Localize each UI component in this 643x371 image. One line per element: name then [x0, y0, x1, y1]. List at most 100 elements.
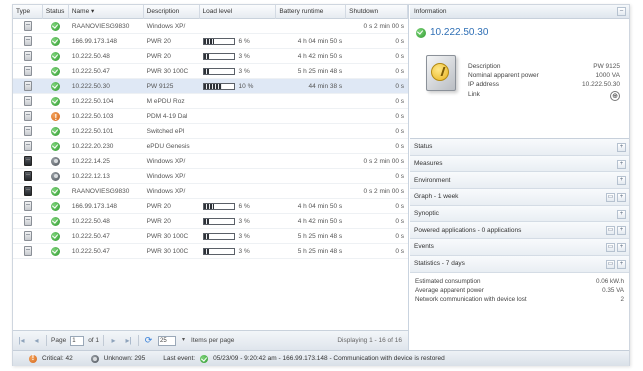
expand-icon[interactable]: +	[617, 193, 626, 203]
expand-icon[interactable]: +	[617, 226, 626, 236]
collapse-icon[interactable]: –	[617, 7, 626, 16]
col-type[interactable]: Type	[13, 5, 43, 19]
status-unk-icon	[51, 156, 61, 166]
ups-type-icon	[23, 156, 32, 166]
status-ok-icon	[51, 96, 61, 106]
table-row[interactable]: 10.222.14.25 Windows XP/ 0 s 2 min 00 s	[13, 154, 408, 169]
device-name: RAANOVIESG9830	[71, 22, 130, 30]
table-row[interactable]: 10.222.50.48 PWR 20 3 % 4 h 42 min 50 s …	[13, 214, 408, 229]
expand-icon[interactable]: +	[617, 143, 626, 152]
expand-icon[interactable]: +	[617, 243, 626, 253]
ups-type-icon	[23, 96, 32, 106]
table-row[interactable]: 10.222.50.101 Switched ePl 0 s	[13, 124, 408, 139]
panel-section-header[interactable]: Status +	[410, 139, 629, 156]
table-row[interactable]: 10.222.50.47 PWR 30 100C 3 % 5 h 25 min …	[13, 229, 408, 244]
table-row[interactable]: 10.222.50.47 PWR 30 100C 3 % 5 h 25 min …	[13, 244, 408, 259]
expand-icon[interactable]: +	[617, 209, 626, 219]
device-load	[200, 139, 277, 154]
table-row[interactable]: 166.99.173.148 PWR 20 6 % 4 h 04 min 50 …	[13, 34, 408, 49]
options-icon[interactable]: ▭	[606, 259, 615, 269]
col-shutdown[interactable]: Shutdown	[346, 5, 408, 19]
panel-section-header[interactable]: Synoptic +	[410, 205, 629, 223]
options-icon[interactable]: ▭	[606, 226, 615, 236]
panel-section-header[interactable]: Graph - 1 week ▭ +	[410, 189, 629, 206]
expand-icon[interactable]: +	[617, 259, 626, 269]
first-page-icon[interactable]: |◂	[16, 335, 27, 346]
stat-row: Average apparent power 0.35 VA	[415, 286, 624, 294]
panel-section-header[interactable]: Environment +	[410, 172, 629, 190]
col-description[interactable]: Description	[144, 5, 200, 19]
page-number-input[interactable]: 1	[70, 335, 85, 346]
col-status[interactable]: Status	[43, 5, 69, 19]
shutdown-value: 0 s	[395, 97, 405, 105]
options-icon[interactable]: ▭	[606, 243, 615, 253]
page-label: Page	[51, 337, 67, 344]
critical-count[interactable]: Critical: 42	[42, 355, 73, 362]
col-name[interactable]: Name ▾	[69, 5, 144, 19]
battery-runtime: 4 h 42 min 50 s	[297, 217, 343, 225]
ups-type-icon	[23, 111, 32, 121]
unknown-count[interactable]: Unknown: 295	[104, 355, 146, 362]
web-link-icon[interactable]: ⊕	[610, 91, 620, 101]
device-name: 10.222.14.25	[71, 157, 110, 165]
status-bar: Critical: 42 Unknown: 295 Last event: 05…	[13, 350, 629, 366]
last-event-text[interactable]: 05/23/09 - 9:20:42 am - 166.99.173.148 -…	[213, 355, 445, 362]
information-header[interactable]: Information –	[410, 5, 629, 19]
table-body: RAANOVIESG9830 Windows XP/ 0 s 2 min 00 …	[13, 19, 408, 259]
table-row[interactable]: 10.222.12.13 Windows XP/ 0 s	[13, 169, 408, 184]
options-icon[interactable]: ▭	[606, 193, 615, 203]
status-ok-icon	[51, 186, 61, 196]
stat-row: Estimated consumption 0.06 kW.h	[415, 277, 624, 285]
refresh-icon[interactable]: ⟳	[143, 335, 154, 346]
details-panel: Information – 10.222.50.30 Description PW…	[410, 5, 629, 350]
load-text: 6 %	[238, 37, 250, 45]
device-description: PW 9125	[146, 82, 174, 90]
unknown-icon	[90, 354, 99, 363]
ups-type-icon	[23, 186, 32, 196]
table-row[interactable]: RAANOVIESG9830 Windows XP/ 0 s 2 min 00 …	[13, 184, 408, 199]
section-title: Events	[414, 243, 434, 251]
load-bar	[202, 37, 235, 45]
load-text: 3 %	[238, 67, 250, 75]
load-bar	[202, 67, 235, 75]
panel-section-header[interactable]: Statistics - 7 days ▭ +	[410, 255, 629, 273]
expand-icon[interactable]: +	[617, 159, 626, 169]
table-row[interactable]: 10.222.50.103 PDM 4-19 Dal 0 s	[13, 109, 408, 124]
table-row[interactable]: 166.99.173.148 PWR 20 6 % 4 h 04 min 50 …	[13, 199, 408, 214]
expand-icon[interactable]: +	[617, 176, 626, 186]
shutdown-value: 0 s	[395, 217, 405, 225]
device-description: PWR 30 100C	[146, 67, 189, 75]
dropdown-arrow-icon[interactable]: ▾	[180, 335, 187, 346]
table-row[interactable]: 10.222.50.104 M ePDU Roz 0 s	[13, 94, 408, 109]
items-per-page-select[interactable]: 25	[158, 335, 177, 346]
ups-type-icon	[23, 216, 32, 226]
status-ok-icon	[51, 66, 61, 76]
shutdown-value: 0 s	[395, 52, 405, 60]
load-bar	[202, 52, 235, 60]
last-page-icon[interactable]: ▸|	[123, 335, 134, 346]
load-bar	[202, 202, 235, 210]
prev-page-icon[interactable]: ◂	[31, 335, 42, 346]
device-name: 10.222.50.47	[71, 232, 110, 240]
shutdown-value: 0 s	[395, 82, 405, 90]
device-name: 10.222.50.47	[71, 67, 110, 75]
col-battery-runtime[interactable]: Battery runtime	[276, 5, 347, 19]
table-row[interactable]: 10.222.20.230 ePDU Genesis 0 s	[13, 139, 408, 154]
table-row[interactable]: 10.222.50.30 PW 9125 10 % 44 min 38 s 0 …	[13, 79, 408, 94]
table-row[interactable]: 10.222.50.48 PWR 20 3 % 4 h 42 min 50 s …	[13, 49, 408, 64]
panel-section-header[interactable]: Events ▭ +	[410, 239, 629, 256]
statistics-body: Estimated consumption 0.06 kW.h Average a…	[410, 273, 629, 304]
ups-type-icon	[23, 81, 32, 91]
battery-runtime: 44 min 38 s	[308, 82, 343, 90]
table-row[interactable]: RAANOVIESG9830 Windows XP/ 0 s 2 min 00 …	[13, 19, 408, 34]
next-page-icon[interactable]: ▸	[108, 335, 119, 346]
device-load	[200, 124, 277, 139]
device-name: 10.222.50.48	[71, 52, 110, 60]
col-load-level[interactable]: Load level	[200, 5, 277, 19]
shutdown-value: 0 s 2 min 00 s	[363, 187, 405, 195]
panel-section-header[interactable]: Measures +	[410, 155, 629, 173]
panel-section-header[interactable]: Powered applications - 0 applications ▭ +	[410, 222, 629, 240]
pagination-bar: |◂ ◂ Page 1 of 1 ▸ ▸| ⟳ 25 ▾ Items per p…	[13, 330, 409, 350]
table-row[interactable]: 10.222.50.47 PWR 30 100C 3 % 5 h 25 min …	[13, 64, 408, 79]
device-ip: 10.222.50.30	[430, 27, 489, 38]
